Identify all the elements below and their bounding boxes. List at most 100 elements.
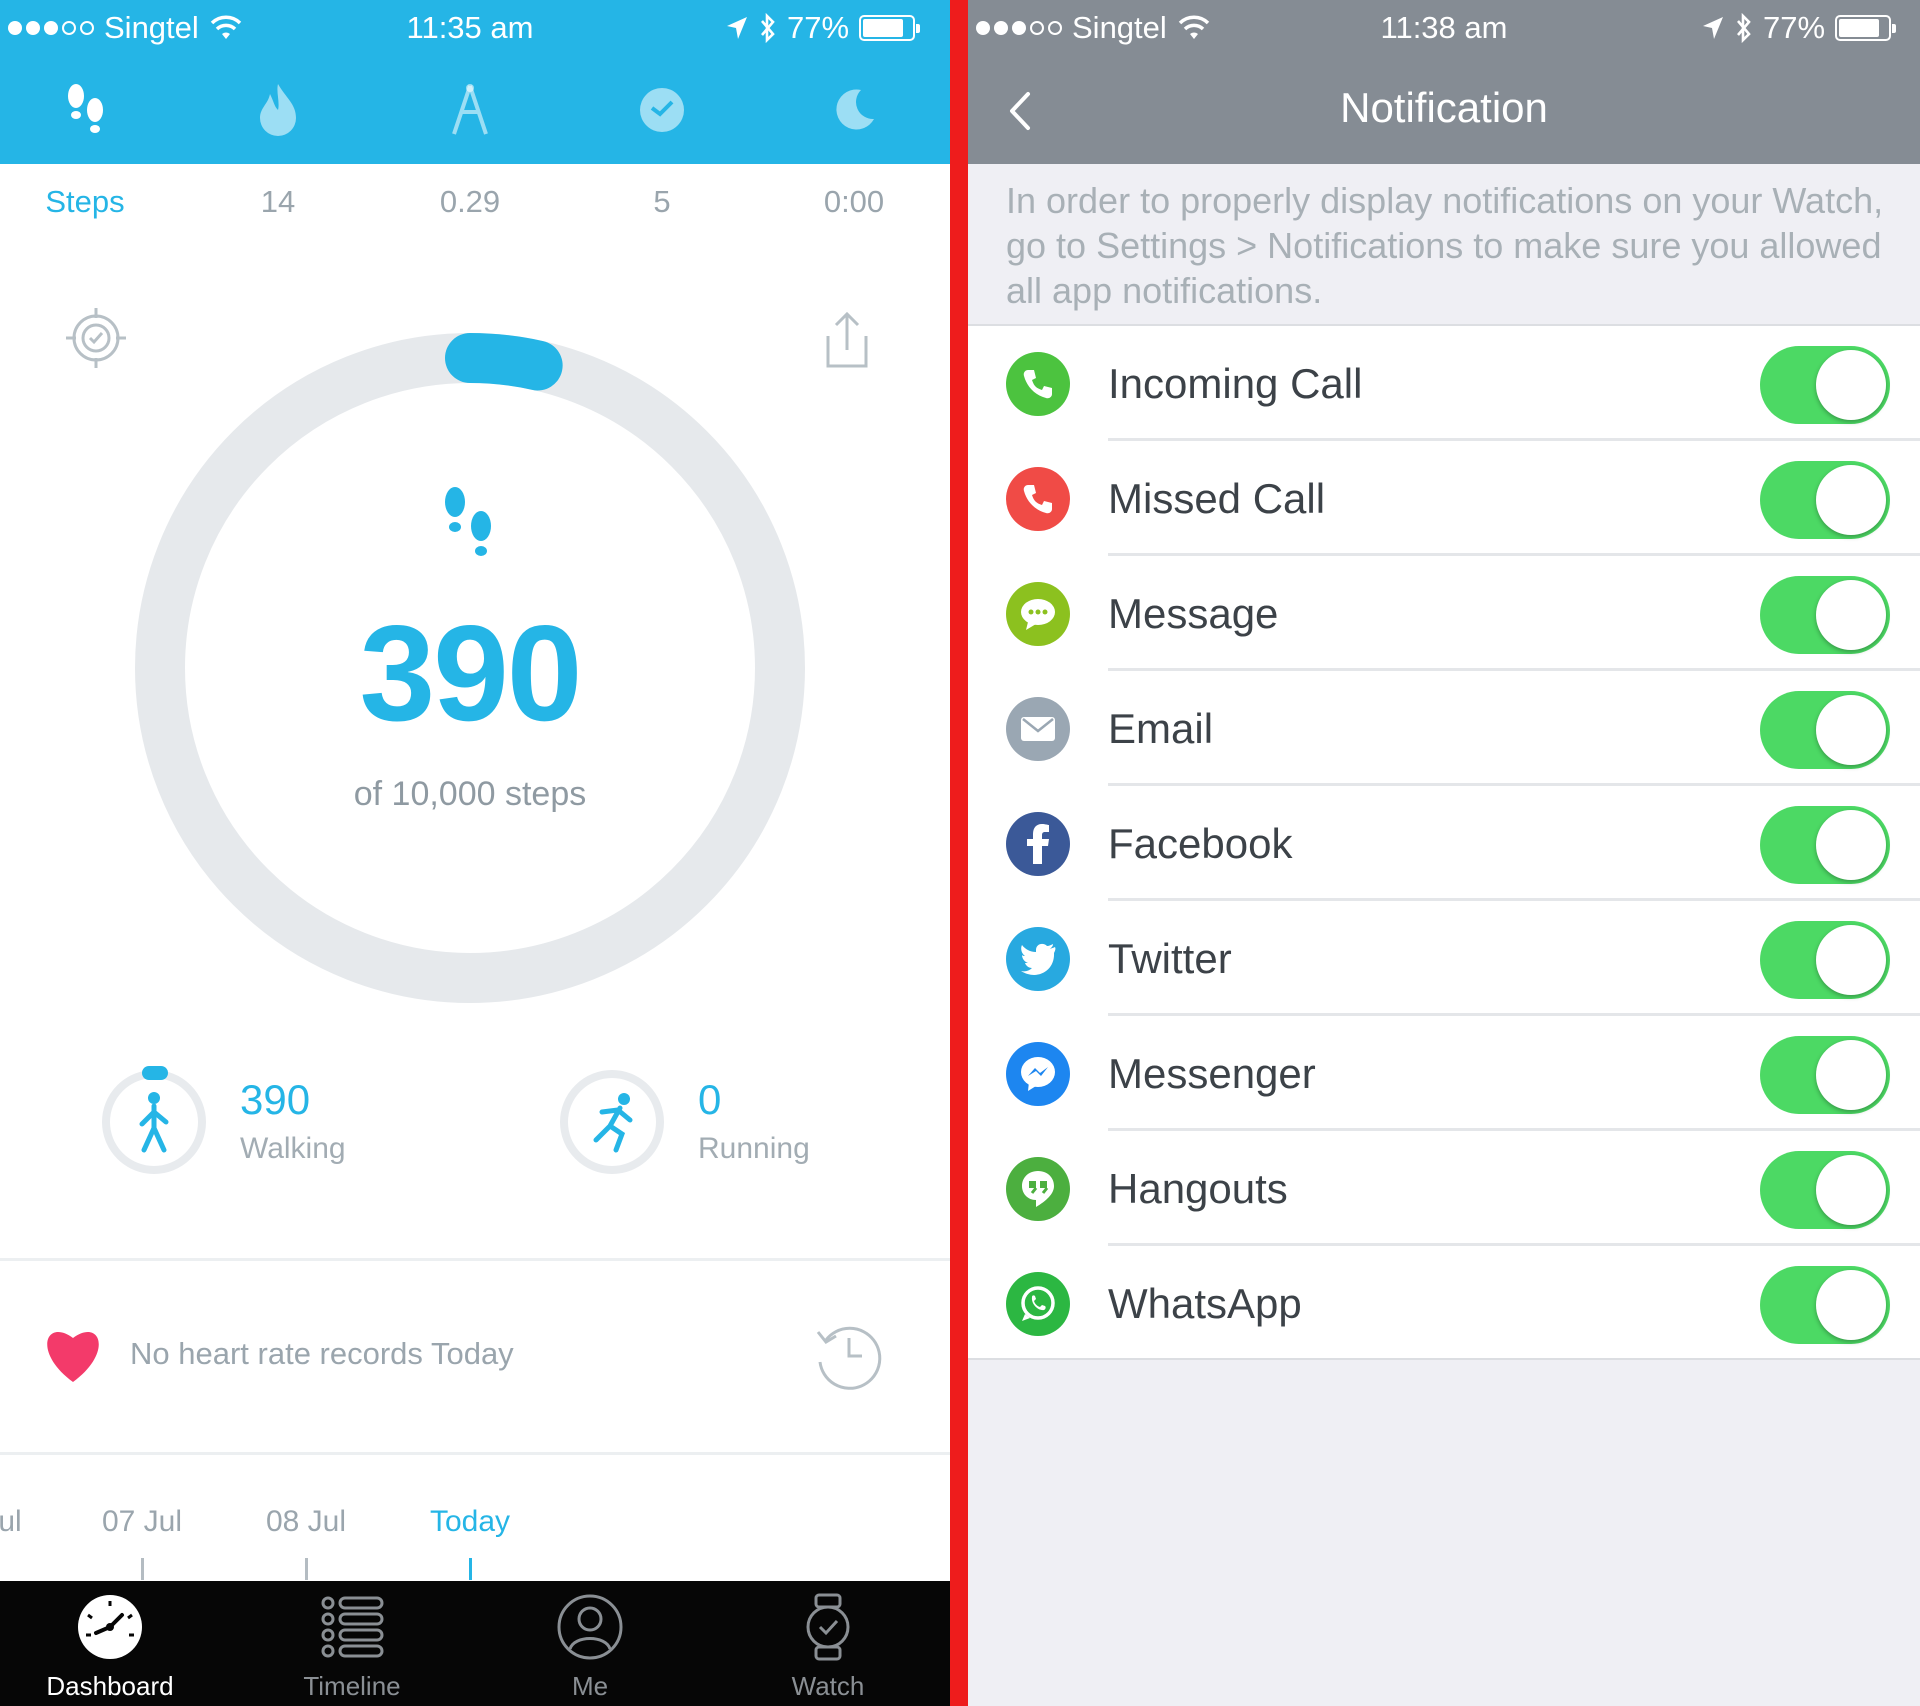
carrier-name: Singtel (1072, 10, 1167, 45)
chat-bubble-icon (1006, 582, 1070, 646)
status-time: 11:35 am (406, 10, 534, 45)
metric-tab-bar (0, 56, 950, 164)
messenger-icon (1006, 1042, 1070, 1106)
location-arrow-icon (727, 17, 747, 39)
list-item-email: Email (968, 671, 1920, 786)
phone-icon (1006, 352, 1070, 416)
share-icon[interactable] (818, 310, 876, 370)
list-item-messenger: Messenger (968, 1016, 1920, 1131)
walking-summary: 390 Walking (102, 1066, 402, 1176)
wifi-icon (1178, 15, 1210, 39)
watch-icon (806, 1593, 850, 1661)
date-item[interactable]: 07 Jul (62, 1505, 222, 1539)
tab-label: Watch (791, 1671, 865, 1701)
row-label: Twitter (1108, 935, 1232, 982)
walking-ring-progress (142, 1066, 168, 1080)
status-left: Singtel (8, 10, 243, 46)
section-divider (0, 1258, 950, 1261)
walking-steps: 390 (240, 1076, 311, 1123)
date-timeline: ul 07 Jul 08 Jul Today (0, 1455, 950, 1581)
distance-tab-icon[interactable] (440, 80, 500, 140)
incoming-call-toggle[interactable] (1760, 346, 1890, 424)
row-label: Email (1108, 705, 1214, 752)
status-right: 77% (725, 10, 921, 46)
row-label: Hangouts (1108, 1165, 1288, 1212)
list-item-missed-call: Missed Call (968, 441, 1920, 556)
tab-dashboard[interactable]: Dashboard (0, 1581, 220, 1706)
moon-tab-icon[interactable] (824, 80, 884, 140)
instructions-text: In order to properly display notificatio… (1006, 180, 1884, 311)
metric-distance[interactable]: 0.29 (375, 184, 565, 220)
row-label: Missed Call (1108, 475, 1326, 522)
row-label: Incoming Call (1108, 360, 1363, 407)
steps-goal-text: of 10,000 steps (353, 775, 587, 813)
row-label: Facebook (1108, 820, 1293, 867)
battery-icon (1835, 15, 1897, 41)
twitter-bird-icon (1006, 927, 1070, 991)
tab-timeline[interactable]: Timeline (242, 1581, 462, 1706)
row-label: WhatsApp (1108, 1280, 1302, 1327)
email-toggle[interactable] (1760, 691, 1890, 769)
status-left: Singtel (976, 10, 1211, 46)
bluetooth-icon (761, 13, 775, 43)
location-arrow-icon (1703, 17, 1723, 39)
battery-percent: 77% (1763, 10, 1826, 45)
status-right: 77% (1701, 10, 1897, 46)
envelope-icon (1006, 697, 1070, 761)
hangouts-quote-icon (1006, 1157, 1070, 1221)
speedometer-icon (78, 1595, 142, 1659)
twitter-toggle[interactable] (1760, 921, 1890, 999)
list-item-twitter: Twitter (968, 901, 1920, 1016)
bottom-tab-bar: Dashboard Timeline Me Watch (0, 1581, 950, 1706)
steps-count: 390 (359, 597, 583, 749)
metric-sleep[interactable]: 0:00 (759, 184, 949, 220)
status-bar: Singtel 11:35 am 77% (0, 0, 950, 56)
date-item[interactable]: 08 Jul (226, 1505, 386, 1539)
row-label: Messenger (1108, 1050, 1316, 1097)
whatsapp-toggle[interactable] (1760, 1266, 1890, 1344)
date-tick (305, 1558, 308, 1580)
facebook-toggle[interactable] (1760, 806, 1890, 884)
bluetooth-icon (1737, 13, 1751, 43)
footsteps-icon (445, 487, 491, 556)
metric-steps[interactable]: Steps (0, 184, 180, 220)
hangouts-toggle[interactable] (1760, 1151, 1890, 1229)
tab-me[interactable]: Me (480, 1581, 700, 1706)
notification-settings-screen: Singtel 11:38 am 77% Notification In ord… (968, 0, 1920, 1706)
message-toggle[interactable] (1760, 576, 1890, 654)
messenger-toggle[interactable] (1760, 1036, 1890, 1114)
metric-calories[interactable]: 14 (183, 184, 373, 220)
metric-values-row: Steps 14 0.29 5 0:00 (0, 170, 950, 240)
list-item-whatsapp: WhatsApp (968, 1246, 1920, 1361)
steps-tab-icon[interactable] (56, 80, 116, 140)
history-clock-icon[interactable] (812, 1318, 886, 1392)
status-bar: Singtel 11:38 am 77% (968, 0, 1920, 56)
carrier-name: Singtel (104, 10, 199, 45)
phone-icon (1006, 467, 1070, 531)
goal-target-icon[interactable] (64, 306, 128, 370)
list-item-hangouts: Hangouts (968, 1131, 1920, 1246)
status-time: 11:38 am (1380, 10, 1508, 45)
notification-list: Incoming Call Missed Call Message Email … (968, 324, 1920, 1360)
page-title: Notification (1340, 84, 1548, 131)
running-person-icon (593, 1093, 633, 1153)
row-label: Message (1108, 590, 1279, 637)
clock-tab-icon[interactable] (632, 80, 692, 140)
date-tick (141, 1558, 144, 1580)
tab-label: Me (571, 1671, 609, 1701)
person-icon (557, 1594, 623, 1660)
whatsapp-icon (1006, 1272, 1070, 1336)
heart-rate-row[interactable]: No heart rate records Today (0, 1262, 950, 1452)
date-item-today[interactable]: Today (390, 1505, 550, 1539)
tab-watch[interactable]: Watch (718, 1581, 938, 1706)
heart-rate-status: No heart rate records Today (130, 1336, 514, 1371)
signal-strength-icon (976, 21, 1062, 35)
battery-percent: 77% (787, 10, 850, 45)
missed-call-toggle[interactable] (1760, 461, 1890, 539)
timeline-list-icon (321, 1596, 384, 1658)
list-item-incoming-call: Incoming Call (968, 326, 1920, 441)
heart-icon (47, 1332, 99, 1382)
tab-label: Dashboard (46, 1671, 174, 1701)
flame-tab-icon[interactable] (248, 80, 308, 140)
metric-minutes[interactable]: 5 (567, 184, 757, 220)
